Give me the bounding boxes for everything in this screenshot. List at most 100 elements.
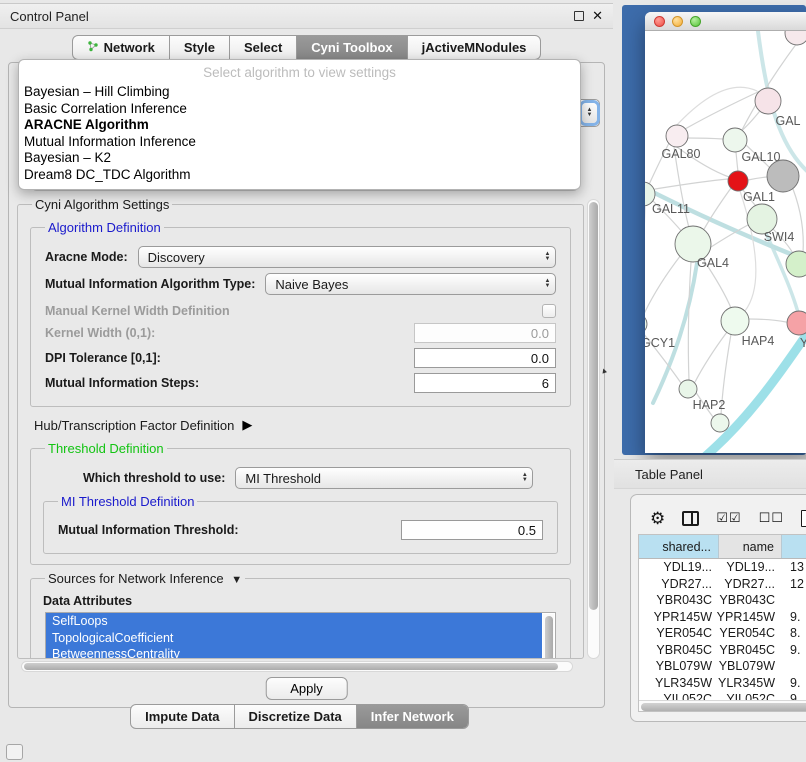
which-threshold-select[interactable]: MI Threshold ▲▼ bbox=[235, 467, 533, 489]
table-cell[interactable]: 9. bbox=[782, 691, 806, 700]
algorithm-option-basic-correlation-inference[interactable]: Basic Correlation Inference bbox=[19, 101, 580, 118]
table-cell[interactable]: YLR345W bbox=[719, 675, 782, 692]
tab-select[interactable]: Select bbox=[229, 36, 296, 59]
tab-network[interactable]: Network bbox=[73, 36, 169, 59]
table-row[interactable]: YDL19...YDL19...13 bbox=[639, 559, 806, 576]
table-cell[interactable]: YBR043C bbox=[639, 592, 719, 609]
table-cell[interactable] bbox=[782, 592, 806, 609]
table-cell[interactable]: YDR27... bbox=[639, 576, 719, 593]
table-cell[interactable]: YER054C bbox=[639, 625, 719, 642]
table-row[interactable]: YER054CYER054C8. bbox=[639, 625, 806, 642]
network-node-salmon-node[interactable] bbox=[787, 311, 806, 335]
export-table-icon[interactable] bbox=[801, 510, 806, 527]
network-node-gal10[interactable] bbox=[723, 128, 747, 152]
tab-jactivemnodules[interactable]: jActiveMNodules bbox=[407, 36, 541, 59]
manual-kernel-width-checkbox[interactable] bbox=[542, 304, 556, 318]
table-hscroll-thumb[interactable] bbox=[641, 703, 806, 711]
network-node-gray-node[interactable] bbox=[767, 160, 799, 192]
select-all-checkbox-icon[interactable]: ☑☑ bbox=[716, 510, 741, 526]
network-node-gal1[interactable] bbox=[728, 171, 748, 191]
close-panel-icon[interactable]: ✕ bbox=[592, 11, 603, 21]
table-cell[interactable]: 12 bbox=[782, 576, 806, 593]
table-cell[interactable]: YPR145W bbox=[719, 609, 782, 626]
table-cell[interactable]: YER054C bbox=[719, 625, 782, 642]
collapse-down-icon[interactable]: ▼ bbox=[231, 574, 242, 586]
attribute-item-selfloops[interactable]: SelfLoops bbox=[46, 613, 542, 630]
table-cell[interactable]: YBL079W bbox=[719, 658, 782, 675]
network-node-gal-clipped[interactable] bbox=[755, 88, 781, 114]
table-cell[interactable]: 9. bbox=[782, 609, 806, 626]
network-canvas[interactable]: GALGAL80GAL10GAL1GAL11SWI4GAL4GCY1HAP4YH… bbox=[645, 31, 806, 453]
table-cell[interactable]: YBL079W bbox=[639, 658, 719, 675]
table-cell[interactable] bbox=[782, 658, 806, 675]
docked-panel-icon[interactable] bbox=[6, 744, 23, 760]
hub-definition-expander[interactable]: Hub/Transcription Factor Definition ▶ bbox=[34, 417, 567, 433]
list-scrollbar[interactable] bbox=[543, 614, 554, 659]
table-cell[interactable]: YDL19... bbox=[639, 559, 719, 576]
mi-threshold-field[interactable] bbox=[401, 520, 543, 540]
table-cell[interactable]: YDL19... bbox=[719, 559, 782, 576]
settings-vertical-scrollbar[interactable] bbox=[587, 199, 600, 659]
attribute-item-topologicalcoefficient[interactable]: TopologicalCoefficient bbox=[46, 630, 542, 647]
network-node-hap2[interactable] bbox=[679, 380, 697, 398]
table-cell[interactable]: YBR045C bbox=[639, 642, 719, 659]
tab-style[interactable]: Style bbox=[169, 36, 229, 59]
split-columns-icon[interactable] bbox=[682, 511, 699, 526]
table-cell[interactable]: 9. bbox=[782, 675, 806, 692]
table-row[interactable]: YIL052CYIL052C9. bbox=[639, 691, 806, 700]
settings-hscroll-thumb[interactable] bbox=[24, 663, 558, 670]
network-node-bottom-node[interactable] bbox=[711, 414, 729, 432]
algorithm-option-dream8-dc-tdc-algorithm[interactable]: Dream8 DC_TDC Algorithm bbox=[19, 167, 580, 184]
table-cell[interactable]: YIL052C bbox=[719, 691, 782, 700]
tab-discretize-data[interactable]: Discretize Data bbox=[234, 705, 356, 728]
table-cell[interactable]: YBR043C bbox=[719, 592, 782, 609]
table-cell[interactable]: YLR345W bbox=[639, 675, 719, 692]
table-row[interactable]: YBL079WYBL079W bbox=[639, 658, 806, 675]
table-row[interactable]: YPR145WYPR145W9. bbox=[639, 609, 806, 626]
table-row[interactable]: YLR345WYLR345W9. bbox=[639, 675, 806, 692]
tab-infer-network[interactable]: Infer Network bbox=[356, 705, 468, 728]
dpi-tolerance-field[interactable] bbox=[414, 348, 556, 368]
column-header-name[interactable]: name bbox=[719, 535, 782, 558]
minimize-window-icon[interactable] bbox=[672, 16, 683, 27]
table-cell[interactable]: YBR045C bbox=[719, 642, 782, 659]
table-row[interactable]: YBR043CYBR043C bbox=[639, 592, 806, 609]
kernel-width-field[interactable] bbox=[414, 323, 556, 343]
algorithm-option-aracne-algorithm[interactable]: ARACNE Algorithm bbox=[19, 117, 580, 134]
table-row[interactable]: YBR045CYBR045C9. bbox=[639, 642, 806, 659]
apply-button[interactable]: Apply bbox=[265, 677, 348, 700]
network-icon bbox=[87, 40, 99, 55]
column-header-2[interactable] bbox=[782, 535, 806, 558]
table-cell[interactable]: YDR27... bbox=[719, 576, 782, 593]
table-row[interactable]: YDR27...YDR27...12 bbox=[639, 576, 806, 593]
network-node-gal80[interactable] bbox=[666, 125, 688, 147]
close-window-icon[interactable] bbox=[654, 16, 665, 27]
float-window-icon[interactable] bbox=[574, 11, 584, 21]
settings-vscroll-thumb[interactable] bbox=[589, 202, 598, 610]
network-node-top-partial[interactable] bbox=[785, 31, 806, 45]
tab-cyni-toolbox[interactable]: Cyni Toolbox bbox=[296, 36, 406, 59]
settings-horizontal-scrollbar[interactable] bbox=[21, 661, 573, 672]
algorithm-option-mutual-information-inference[interactable]: Mutual Information Inference bbox=[19, 134, 580, 151]
table-horizontal-scrollbar[interactable] bbox=[639, 700, 806, 712]
algorithm-option-bayesian-k2[interactable]: Bayesian – K2 bbox=[19, 150, 580, 167]
column-header-shared[interactable]: shared... bbox=[639, 535, 719, 558]
aracne-mode-select[interactable]: Discovery ▲▼ bbox=[138, 246, 556, 268]
algorithm-definition-title: Algorithm Definition bbox=[45, 220, 164, 235]
deselect-all-checkbox-icon[interactable]: ☐☐ bbox=[759, 510, 784, 526]
table-cell[interactable]: 8. bbox=[782, 625, 806, 642]
tab-impute-data[interactable]: Impute Data bbox=[131, 705, 233, 728]
network-node-hap4[interactable] bbox=[721, 307, 749, 335]
table-cell[interactable]: YIL052C bbox=[639, 691, 719, 700]
gear-icon[interactable]: ⚙ bbox=[650, 510, 665, 527]
attribute-item-betweennesscentrality[interactable]: BetweennessCentrality bbox=[46, 646, 542, 659]
table-cell[interactable]: 13 bbox=[782, 559, 806, 576]
table-cell[interactable]: YPR145W bbox=[639, 609, 719, 626]
zoom-window-icon[interactable] bbox=[690, 16, 701, 27]
table-cell[interactable]: 9. bbox=[782, 642, 806, 659]
list-scrollbar-thumb[interactable] bbox=[545, 616, 553, 659]
mi-steps-field[interactable] bbox=[414, 373, 556, 393]
algorithm-option-bayesian-hill-climbing[interactable]: Bayesian – Hill Climbing bbox=[19, 84, 580, 101]
network-node-gcy1[interactable] bbox=[645, 314, 647, 334]
mi-algorithm-type-select[interactable]: Naive Bayes ▲▼ bbox=[265, 273, 556, 295]
